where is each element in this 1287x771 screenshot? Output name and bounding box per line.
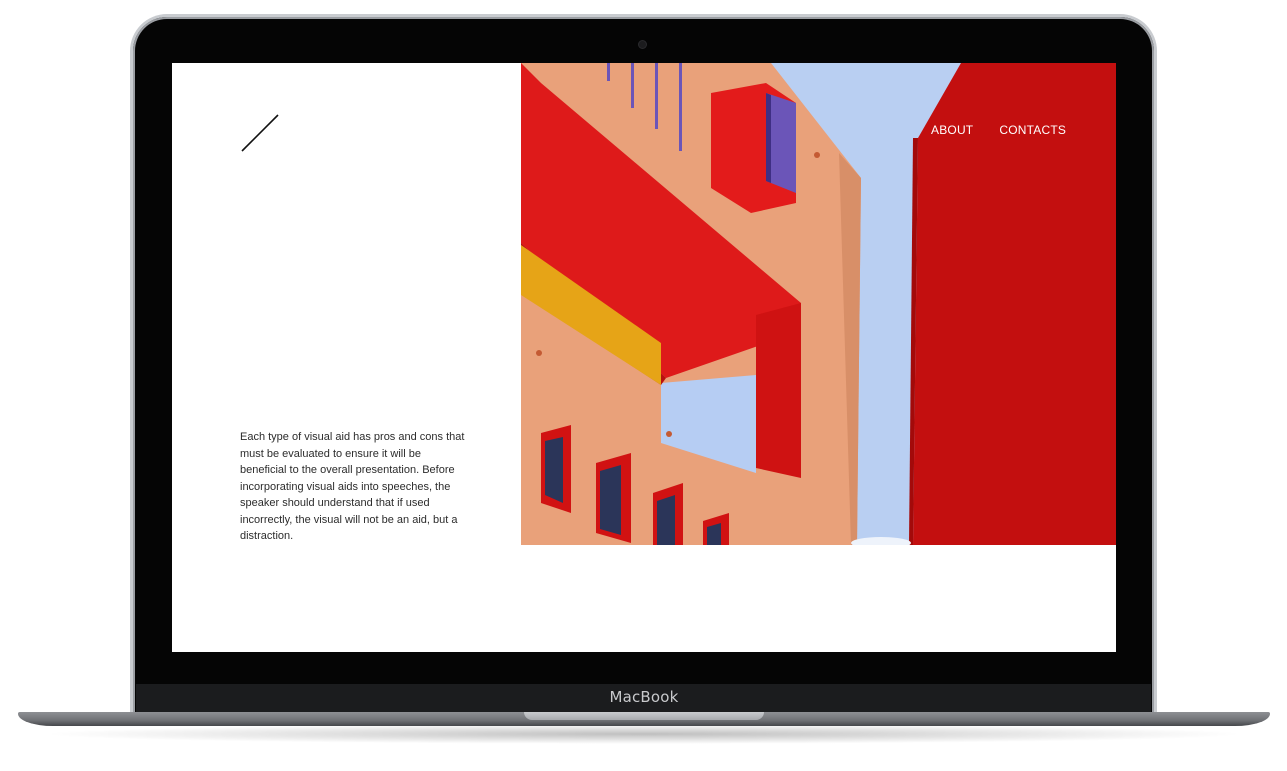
top-nav: ABOUT CONTACTS [931, 123, 1066, 137]
nav-contacts-link[interactable]: CONTACTS [999, 123, 1066, 137]
laptop-mockup: Each type of visual aid has pros and con… [0, 0, 1287, 771]
logo-graphic [241, 114, 279, 152]
laptop-shadow [40, 724, 1248, 744]
website-screen: Each type of visual aid has pros and con… [172, 63, 1116, 652]
intro-paragraph: Each type of visual aid has pros and con… [240, 431, 465, 542]
camera-icon [639, 41, 646, 48]
slash-icon[interactable] [240, 113, 280, 153]
device-brand-label: MacBook [609, 688, 679, 706]
laptop-opening-notch [524, 712, 764, 720]
nav-about-link[interactable]: ABOUT [931, 123, 973, 137]
